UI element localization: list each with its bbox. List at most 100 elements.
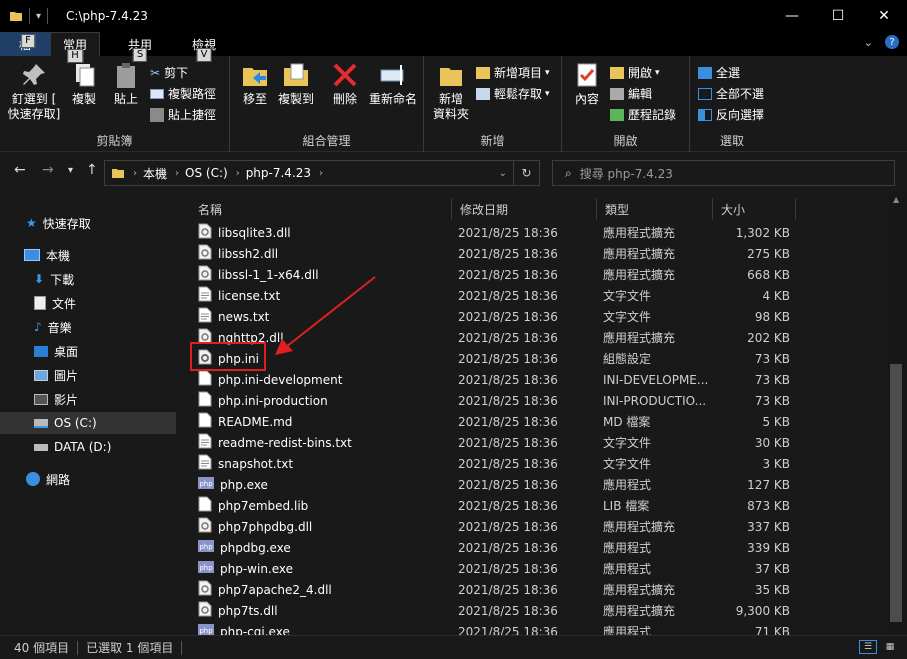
tab-home[interactable]: 常用 H — [50, 32, 101, 63]
copy-to-icon — [284, 63, 308, 86]
table-row[interactable]: php.ini 2021/8/25 18:36 組態設定 73 KB — [190, 348, 802, 369]
edit-button[interactable]: 編輯 — [610, 85, 652, 102]
table-row[interactable]: php7embed.lib 2021/8/25 18:36 LIB 檔案 873 KB — [190, 495, 802, 516]
table-row[interactable]: php7apache2_4.dll 2021/8/25 18:36 應用程式擴充 35… — [190, 579, 802, 600]
paste-shortcut-button[interactable]: 貼上捷徑 — [150, 106, 216, 123]
quick-access-toolbar-dropdown-icon[interactable]: ▾ — [36, 11, 41, 22]
dll-icon — [198, 580, 212, 599]
rename-button[interactable]: 重新命名 — [366, 60, 420, 107]
tab-view[interactable]: 檢視 V — [180, 32, 228, 62]
delete-label: 刪除 — [332, 92, 357, 106]
sidebar-item-quick-access[interactable]: ★ 快速存取 — [0, 212, 176, 234]
sidebar-item-drive-c[interactable]: OS (C:) — [0, 412, 176, 434]
table-row[interactable]: README.md 2021/8/25 18:36 MD 檔案 5 KB — [190, 411, 802, 432]
file-date: 2021/8/25 18:36 — [458, 498, 558, 513]
cut-button[interactable]: ✂ 剪下 — [150, 64, 188, 81]
table-row[interactable]: php phpdbg.exe 2021/8/25 18:36 應用程式 339 KB — [190, 537, 802, 558]
table-row[interactable]: libssh2.dll 2021/8/25 18:36 應用程式擴充 275 KB — [190, 243, 802, 264]
scrollbar-thumb[interactable] — [890, 364, 902, 622]
address-box[interactable]: › 本機 › OS (C:) › php-7.4.23 › ⌄ ↻ — [104, 160, 540, 186]
table-row[interactable]: nghttp2.dll 2021/8/25 18:36 應用程式擴充 202 KB — [190, 327, 802, 348]
table-row[interactable]: php7phpdbg.dll 2021/8/25 18:36 應用程式擴充 337 K… — [190, 516, 802, 537]
details-view-icon[interactable]: ☰ — [859, 640, 877, 654]
table-row[interactable]: snapshot.txt 2021/8/25 18:36 文字文件 3 KB — [190, 453, 802, 474]
sidebar-item-this-pc[interactable]: 本機 — [0, 244, 176, 266]
file-name-cell: libssh2.dll — [198, 243, 450, 264]
table-row[interactable]: php php-cgi.exe 2021/8/25 18:36 應用程式 71 KB — [190, 621, 802, 635]
sidebar-item-pictures[interactable]: 圖片 — [0, 364, 176, 386]
breadcrumb-this-pc[interactable]: 本機 — [143, 165, 167, 182]
breadcrumb-chevron-icon[interactable]: › — [133, 168, 137, 179]
table-row[interactable]: readme-redist-bins.txt 2021/8/25 18:36 文字文… — [190, 432, 802, 453]
table-row[interactable]: php.ini-production 2021/8/25 18:36 INI-PRO… — [190, 390, 802, 411]
sidebar-item-drive-d[interactable]: DATA (D:) — [0, 436, 176, 458]
help-icon[interactable]: ? — [885, 35, 899, 49]
file-name: php7phpdbg.dll — [218, 519, 313, 534]
vertical-scrollbar[interactable]: ▲ — [888, 192, 907, 635]
address-dropdown-icon[interactable]: ⌄ — [499, 168, 507, 179]
tab-share[interactable]: 共用 S — [116, 32, 164, 62]
pin-quick-access-button[interactable]: 釘選到 [ 快速存取] — [6, 60, 62, 122]
table-row[interactable]: php7ts.dll 2021/8/25 18:36 應用程式擴充 9,300 KB — [190, 600, 802, 621]
table-row[interactable]: libssl-1_1-x64.dll 2021/8/25 18:36 應用程式擴充 6… — [190, 264, 802, 285]
sidebar-item-network[interactable]: 網路 — [0, 468, 176, 490]
paste-button[interactable]: 貼上 — [108, 60, 144, 107]
tab-file[interactable]: 檔 F — [0, 32, 50, 56]
table-row[interactable]: php php.exe 2021/8/25 18:36 應用程式 127 KB — [190, 474, 802, 495]
scroll-up-icon[interactable]: ▲ — [893, 195, 899, 204]
sidebar-item-desktop[interactable]: 桌面 — [0, 340, 176, 362]
minimize-button[interactable]: — — [769, 0, 815, 32]
close-button[interactable]: ✕ — [861, 0, 907, 32]
select-all-button[interactable]: 全選 — [698, 64, 740, 81]
back-arrow-icon[interactable]: ← — [14, 162, 26, 178]
properties-label: 內容 — [574, 92, 599, 106]
easy-access-button[interactable]: 輕鬆存取 ▾ — [476, 85, 550, 102]
copy-path-button[interactable]: 複製路徑 — [150, 85, 216, 102]
file-name-cell: news.txt — [198, 306, 450, 327]
sidebar-item-videos[interactable]: 影片 — [0, 388, 176, 410]
copy-button[interactable]: 複製 — [66, 60, 102, 107]
pin-label-line1: 釘選到 [ — [11, 92, 57, 106]
breadcrumb-chevron-icon[interactable]: › — [236, 168, 240, 179]
new-item-button[interactable]: 新增項目 ▾ — [476, 64, 550, 81]
sidebar-item-music[interactable]: ♪ 音樂 — [0, 316, 176, 338]
breadcrumb-chevron-icon[interactable]: › — [319, 168, 323, 179]
paste-shortcut-icon — [150, 107, 164, 122]
table-row[interactable]: license.txt 2021/8/25 18:36 文字文件 4 KB — [190, 285, 802, 306]
large-icons-view-icon[interactable]: ▦ — [881, 640, 899, 654]
table-row[interactable]: news.txt 2021/8/25 18:36 文字文件 98 KB — [190, 306, 802, 327]
maximize-button[interactable]: ☐ — [815, 0, 861, 32]
new-folder-button[interactable]: 新增 資料夾 — [430, 60, 472, 122]
table-row[interactable]: php php-win.exe 2021/8/25 18:36 應用程式 37 KB — [190, 558, 802, 579]
search-input[interactable]: ⌕ 搜尋 php-7.4.23 — [552, 160, 895, 186]
up-arrow-icon[interactable]: ↑ — [86, 162, 98, 178]
file-size: 202 KB — [747, 330, 790, 345]
column-header-type[interactable]: 類型 — [597, 198, 713, 220]
history-button[interactable]: 歷程記錄 — [610, 106, 676, 123]
breadcrumb-folder[interactable]: php-7.4.23 — [246, 166, 311, 180]
open-button[interactable]: 開啟 ▾ — [610, 64, 660, 81]
file-name: php-win.exe — [220, 561, 294, 576]
php-exe-icon: php — [198, 476, 214, 493]
file-type: 文字文件 — [603, 289, 652, 303]
breadcrumb-chevron-icon[interactable]: › — [175, 168, 179, 179]
delete-button[interactable]: 刪除 — [328, 60, 362, 107]
refresh-icon[interactable]: ↻ — [513, 161, 539, 185]
invert-selection-button[interactable]: 反向選擇 — [698, 106, 764, 123]
properties-button[interactable]: 內容 — [570, 60, 604, 107]
forward-arrow-icon[interactable]: → — [42, 162, 54, 178]
table-row[interactable]: php.ini-development 2021/8/25 18:36 INI-DE… — [190, 369, 802, 390]
recent-locations-chevron-icon[interactable]: ▾ — [68, 165, 73, 176]
sidebar-item-downloads[interactable]: ⬇ 下載 — [0, 268, 176, 290]
ribbon-collapse-icon[interactable]: ⌄ — [864, 36, 873, 49]
column-header-size[interactable]: 大小 — [713, 198, 796, 220]
move-to-button[interactable]: 移至 — [238, 60, 272, 107]
svg-text:php: php — [199, 543, 213, 551]
breadcrumb-drive[interactable]: OS (C:) — [185, 166, 228, 180]
table-row[interactable]: libsqlite3.dll 2021/8/25 18:36 應用程式擴充 1,302… — [190, 222, 802, 243]
select-none-button[interactable]: 全部不選 — [698, 85, 764, 102]
column-header-date[interactable]: 修改日期 — [452, 198, 597, 220]
copy-to-button[interactable]: 複製到 — [274, 60, 318, 107]
sidebar-item-documents[interactable]: 文件 — [0, 292, 176, 314]
column-header-name[interactable]: 名稱 — [190, 198, 452, 220]
